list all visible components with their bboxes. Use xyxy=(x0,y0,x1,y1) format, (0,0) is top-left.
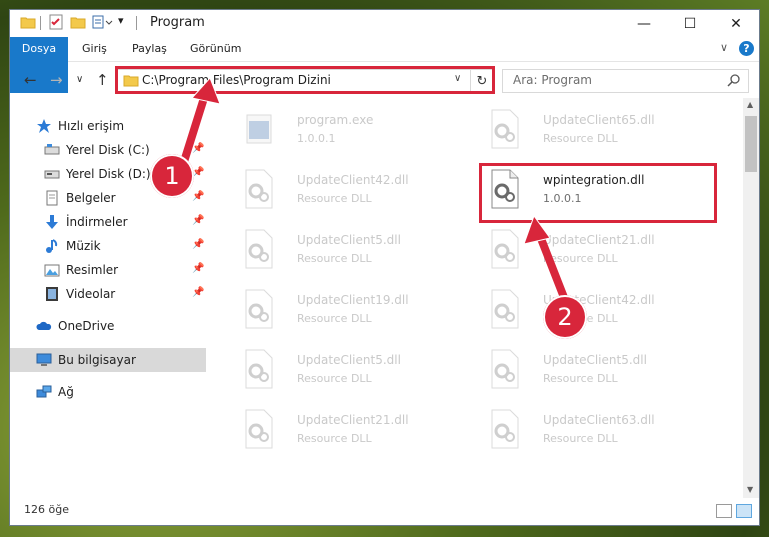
annotation-arrows xyxy=(178,77,569,304)
step-badge-1: 1 xyxy=(150,154,194,198)
explorer-window: ▾ Program — ☐ ✕ Dosya Giriş Paylaş Görün… xyxy=(10,10,759,525)
arrow-1 xyxy=(178,77,221,172)
arrow-2 xyxy=(523,214,569,304)
step-badge-2: 2 xyxy=(543,295,587,339)
